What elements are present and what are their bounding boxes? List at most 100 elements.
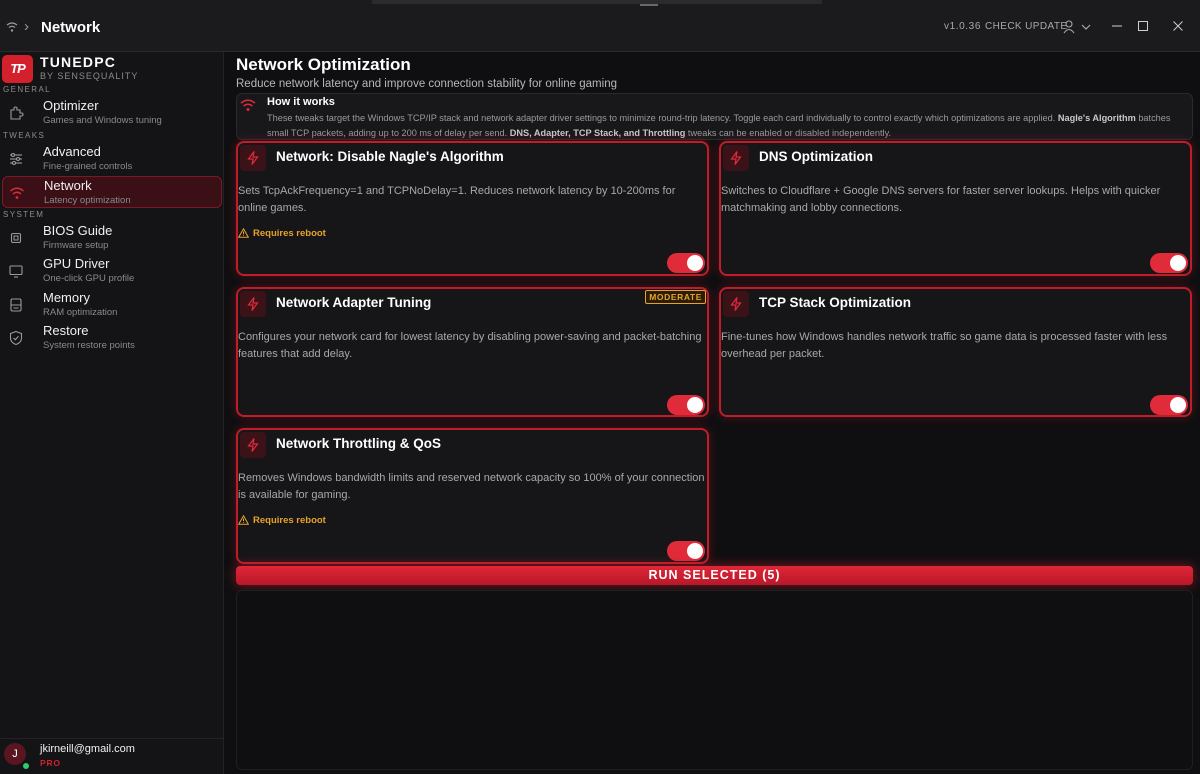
tweak-card-dns[interactable]: DNS Optimization Switches to Cloudflare … — [719, 141, 1192, 276]
taskbar-indicator — [640, 4, 658, 6]
version-label: v1.0.36 — [944, 21, 982, 32]
sidebar-item-desc: One-click GPU profile — [43, 273, 135, 284]
wifi-icon — [10, 187, 24, 199]
tweak-card-nagle[interactable]: Network: Disable Nagle's Algorithm Sets … — [236, 141, 709, 276]
toggle-knob — [687, 397, 703, 413]
sidebar-item-network[interactable]: Network Latency optimization — [2, 176, 222, 208]
info-text-part: These tweaks target the Windows TCP/IP s… — [267, 113, 1058, 123]
chip-icon — [10, 232, 22, 244]
chevron-right-icon: › — [24, 18, 29, 35]
close-button[interactable] — [1166, 16, 1190, 38]
sidebar-item-desc: Fine-grained controls — [43, 161, 133, 172]
card-description: Switches to Cloudflare + Google DNS serv… — [721, 185, 1161, 214]
info-text-bold: DNS, Adapter, TCP Stack, and Throttling — [509, 128, 686, 138]
bolt-icon — [240, 432, 266, 458]
card-description: Sets TcpAckFrequency=1 and TCPNoDelay=1.… — [238, 185, 676, 214]
toggle-knob — [1170, 255, 1186, 271]
toggle-knob — [1170, 397, 1186, 413]
warning-icon — [237, 514, 250, 525]
sliders-icon — [10, 152, 22, 166]
sidebar-item-label: Memory — [43, 290, 90, 305]
toggle-knob — [687, 543, 703, 559]
reboot-warning: Requires reboot — [237, 514, 326, 526]
risk-badge: MODERATE — [645, 290, 706, 304]
reboot-warning: Requires reboot — [237, 227, 326, 239]
toggle-knob — [687, 255, 703, 271]
avatar: J — [4, 743, 26, 765]
monitor-icon — [9, 265, 23, 278]
taskbar-strip — [372, 0, 822, 4]
info-title: How it works — [267, 96, 335, 108]
card-title: Network Adapter Tuning — [276, 295, 432, 310]
how-it-works-panel: How it works These tweaks target the Win… — [236, 93, 1193, 140]
minimize-button[interactable] — [1105, 16, 1129, 38]
close-icon — [1173, 21, 1183, 31]
brand-name: TUNEDPC — [40, 54, 117, 70]
check-update-button[interactable]: CHECK UPDATE — [985, 21, 1067, 32]
tweak-card-adapter[interactable]: Network Adapter Tuning MODERATE Configur… — [236, 287, 709, 417]
maximize-icon — [1138, 21, 1148, 31]
run-selected-button[interactable]: RUN SELECTED (5) — [236, 566, 1193, 585]
card-title: Network: Disable Nagle's Algorithm — [276, 149, 504, 164]
sidebar-item-advanced[interactable]: Advanced Fine-grained controls — [2, 143, 222, 175]
enable-toggle[interactable] — [667, 253, 705, 273]
tweak-card-tcp-stack[interactable]: TCP Stack Optimization Fine-tunes how Wi… — [719, 287, 1192, 417]
user-plan-badge: PRO — [40, 758, 61, 768]
sidebar-item-desc: RAM optimization — [43, 307, 118, 318]
sidebar-item-label: Network — [44, 178, 92, 193]
enable-toggle[interactable] — [1150, 253, 1188, 273]
sidebar-item-label: Optimizer — [43, 98, 99, 113]
shield-icon — [9, 330, 23, 346]
sidebar-item-memory[interactable]: Memory RAM optimization — [2, 289, 222, 321]
page-title: Network Optimization — [236, 55, 411, 74]
output-panel — [236, 590, 1193, 770]
sidebar-item-restore[interactable]: Restore System restore points — [2, 322, 222, 354]
sidebar-item-gpu-driver[interactable]: GPU Driver One-click GPU profile — [2, 255, 222, 287]
brand-tagline: BY SENSEQUALITY — [40, 71, 139, 81]
info-text: These tweaks target the Windows TCP/IP s… — [267, 111, 1187, 141]
sidebar-item-label: BIOS Guide — [43, 223, 113, 238]
puzzle-icon — [10, 106, 24, 120]
card-title: TCP Stack Optimization — [759, 295, 912, 310]
wifi-icon — [240, 99, 256, 111]
window-title: Network — [41, 19, 101, 36]
enable-toggle[interactable] — [1150, 395, 1188, 415]
sidebar-item-desc: Latency optimization — [44, 195, 131, 206]
card-title: DNS Optimization — [759, 149, 873, 164]
sidebar-item-desc: System restore points — [43, 340, 135, 351]
info-text-part: tweaks can be enabled or disabled indepe… — [685, 128, 892, 138]
section-label-tweaks: TWEAKS — [3, 131, 46, 140]
section-label-system: SYSTEM — [3, 210, 45, 219]
sidebar: TP TUNEDPC BY SENSEQUALITY GENERAL Optim… — [0, 52, 224, 774]
bolt-icon — [240, 291, 266, 317]
enable-toggle[interactable] — [667, 395, 705, 415]
chevron-down-icon[interactable] — [1081, 22, 1091, 32]
reboot-warning-text: Requires reboot — [253, 515, 326, 526]
memory-icon — [10, 298, 22, 312]
card-title: Network Throttling & QoS — [276, 436, 441, 451]
user-profile[interactable]: J jkirneill@gmail.com PRO — [0, 738, 224, 774]
enable-toggle[interactable] — [667, 541, 705, 561]
sidebar-item-label: Restore — [43, 323, 89, 338]
page-subtitle: Reduce network latency and improve conne… — [236, 78, 617, 90]
wifi-icon — [6, 22, 18, 32]
user-icon[interactable] — [1063, 20, 1075, 34]
title-bar: › Network v1.0.36 CHECK UPDATE — [0, 0, 1200, 52]
sidebar-item-label: GPU Driver — [43, 256, 110, 271]
card-description: Removes Windows bandwidth limits and res… — [238, 472, 705, 501]
brand-logo: TP — [2, 55, 33, 83]
sidebar-item-bios-guide[interactable]: BIOS Guide Firmware setup — [2, 222, 222, 254]
sidebar-item-optimizer[interactable]: Optimizer Games and Windows tuning — [2, 97, 222, 129]
online-status-dot — [23, 763, 29, 769]
bolt-icon — [723, 145, 749, 171]
warning-icon — [237, 227, 250, 238]
card-description: Configures your network card for lowest … — [238, 331, 702, 360]
main-content: Network Optimization Reduce network late… — [224, 52, 1200, 774]
sidebar-item-desc: Games and Windows tuning — [43, 115, 162, 126]
reboot-warning-text: Requires reboot — [253, 228, 326, 239]
maximize-button[interactable] — [1131, 16, 1155, 38]
sidebar-item-label: Advanced — [43, 144, 101, 159]
sidebar-item-desc: Firmware setup — [43, 240, 109, 251]
tweak-card-throttling[interactable]: Network Throttling & QoS Removes Windows… — [236, 428, 709, 564]
card-description: Fine-tunes how Windows handles network t… — [721, 331, 1168, 360]
